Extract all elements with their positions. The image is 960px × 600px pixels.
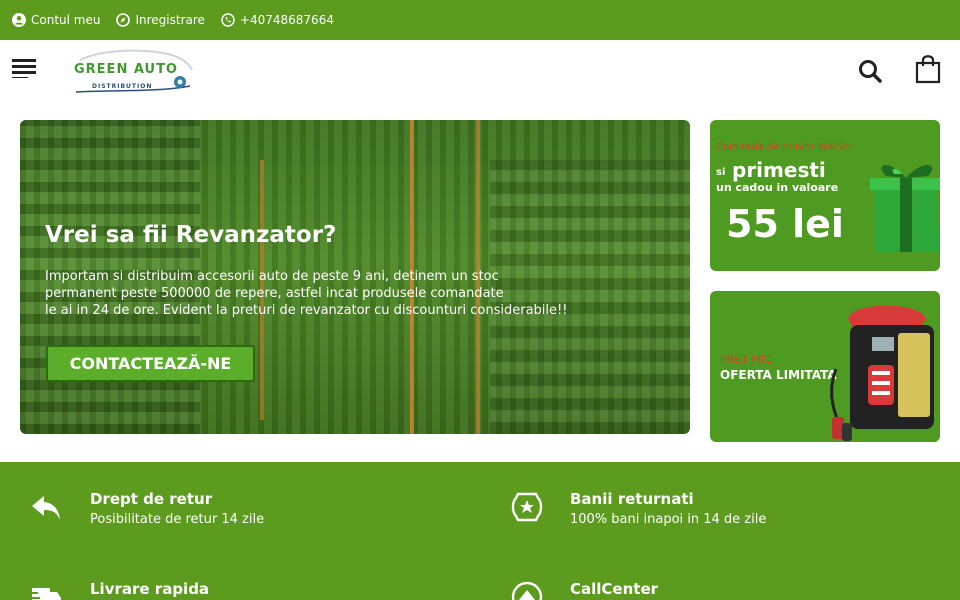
feature-return-title: Drept de retur — [90, 490, 213, 508]
headset-icon — [511, 581, 543, 600]
phone-icon — [221, 13, 235, 27]
hero-line-2: permanent peste 500000 de repere, astfel… — [45, 286, 504, 301]
gift-value-text: un cadou in valoare — [716, 181, 839, 194]
gift-primesti: primesti — [732, 158, 826, 182]
feature-delivery-title: Livrare rapida — [90, 580, 210, 598]
hamburger-icon — [12, 59, 36, 78]
user-icon — [12, 13, 26, 27]
feature-refund-subtitle: 100% bani inapoi in 14 de zile — [570, 512, 767, 527]
shield-star-icon — [511, 492, 543, 522]
register-link[interactable]: Inregistrare — [116, 13, 205, 27]
gift-si: si — [716, 167, 726, 178]
account-link[interactable]: Contul meu — [12, 13, 100, 27]
logo-text: GREEN AUTO — [74, 62, 178, 77]
features-strip: Drept de retur Posibilitate de retur 14 … — [0, 462, 960, 600]
hero-banner[interactable]: Vrei sa fii Revanzator? Importam si dist… — [20, 120, 690, 434]
site-header: GREEN AUTO DISTRIBUTION — [0, 40, 960, 104]
hero-line-1: Importam si distribuim accesorii auto de… — [45, 269, 499, 284]
compass-icon — [116, 13, 131, 27]
account-label: Contul meu — [31, 13, 101, 27]
shopping-bag-icon — [915, 55, 941, 84]
logo[interactable]: GREEN AUTO DISTRIBUTION — [70, 48, 195, 98]
gift-min-order: Comanda de minim 300 lei — [716, 142, 852, 153]
feature-refund-title: Banii returnati — [570, 490, 694, 508]
jump-starter-icon — [830, 305, 934, 441]
gift-promo-banner[interactable]: Comanda de minim 300 lei si primesti un … — [710, 120, 940, 271]
logo-subtitle: DISTRIBUTION — [92, 83, 153, 90]
phone-number: +40748687664 — [239, 13, 334, 27]
search-button[interactable] — [858, 59, 882, 83]
gift-price: 55 lei — [726, 202, 844, 246]
phone-link[interactable]: +40748687664 — [221, 13, 334, 27]
return-arrow-icon — [32, 496, 60, 520]
truck-icon — [30, 588, 61, 600]
hero-description: Importam si distribuim accesorii auto de… — [45, 268, 645, 319]
offer-promo-banner[interactable]: PRET MIC OFERTA LIMITATA — [710, 291, 940, 442]
search-icon — [859, 60, 882, 83]
hero-line-3: le ai in 24 de ore. Evident la preturi d… — [45, 303, 568, 318]
top-bar: Contul meu Inregistrare +40748687664 — [0, 0, 960, 40]
offer-limited: OFERTA LIMITATA — [720, 368, 837, 382]
hero-title: Vrei sa fii Revanzator? — [45, 222, 337, 248]
contact-button[interactable]: CONTACTEAZĂ-NE — [46, 345, 255, 382]
menu-button[interactable] — [12, 58, 38, 82]
offer-low-price: PRET MIC — [720, 353, 772, 366]
register-label: Inregistrare — [135, 13, 205, 27]
gift-box-icon — [870, 164, 940, 252]
cart-button[interactable] — [915, 54, 941, 84]
feature-return-subtitle: Posibilitate de retur 14 zile — [90, 512, 265, 527]
feature-callcenter-title: CallCenter — [570, 580, 659, 598]
